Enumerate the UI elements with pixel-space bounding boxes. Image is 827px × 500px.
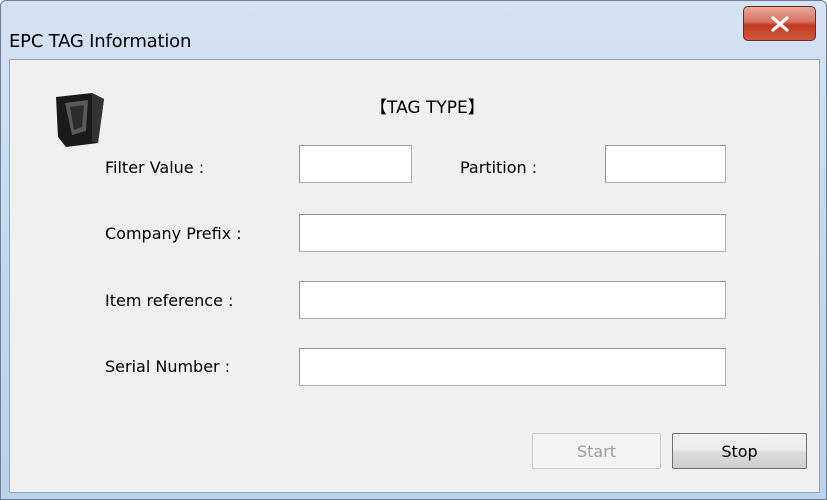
rfid-reader-icon xyxy=(56,93,104,147)
start-button[interactable]: Start xyxy=(532,433,661,469)
company-prefix-label: Company Prefix : xyxy=(105,224,242,243)
tag-type-heading: 【TAG TYPE】 xyxy=(370,98,485,118)
stop-button[interactable]: Stop xyxy=(672,433,807,469)
partition-label: Partition : xyxy=(460,158,538,177)
close-x-icon xyxy=(770,15,789,32)
partition-input[interactable] xyxy=(605,145,726,183)
item-reference-label: Item reference : xyxy=(105,291,234,310)
title-bar[interactable]: EPC TAG Information xyxy=(1,1,826,59)
item-reference-input[interactable] xyxy=(299,281,726,319)
serial-number-input[interactable] xyxy=(299,348,726,386)
serial-number-label: Serial Number : xyxy=(105,357,231,376)
window-title: EPC TAG Information xyxy=(9,31,192,52)
filter-value-label: Filter Value : xyxy=(105,158,205,177)
company-prefix-input[interactable] xyxy=(299,214,726,252)
epc-tag-info-window: EPC TAG Information 【TAG TYPE】 Filter Va… xyxy=(0,0,827,500)
dialog-content: 【TAG TYPE】 Filter Value : Partition : Co… xyxy=(9,59,820,493)
close-button[interactable] xyxy=(743,6,816,41)
filter-value-input[interactable] xyxy=(299,145,412,183)
